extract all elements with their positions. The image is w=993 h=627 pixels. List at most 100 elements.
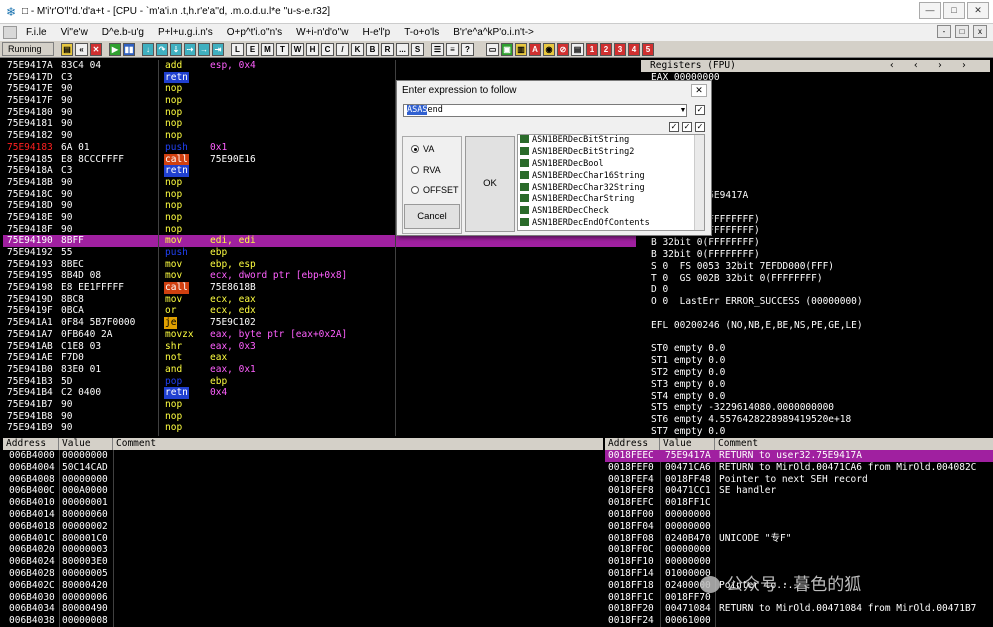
toolbar-num-3[interactable]: 3 (614, 42, 626, 56)
register-line[interactable]: D 0 (641, 284, 990, 296)
checkbox-2[interactable]: ✓ (669, 122, 679, 132)
next-arrow-icon[interactable]: › (937, 60, 943, 72)
window-tile-icon[interactable]: ▭ (486, 42, 499, 56)
register-line[interactable]: ST5 empty -3229614080.0000000000 (641, 402, 990, 414)
toolbar-num-2[interactable]: 2 (600, 42, 612, 56)
toolbar-num-1[interactable]: 1 (586, 42, 598, 56)
register-line[interactable]: ST0 empty 0.0 (641, 343, 990, 355)
dump-row[interactable]: 006B4020 00000003 (3, 544, 603, 556)
stack-pane[interactable]: Address Value Comment 0018FEEC 75E9417A RE… (605, 438, 993, 627)
disasm-row[interactable]: 75E941AB C1E8 03 shr eax, 0x3 (3, 341, 636, 353)
execute-till-return-icon[interactable]: → (198, 42, 210, 56)
menu-window[interactable]: W+i-n'd'o''w (289, 27, 355, 38)
stack-row[interactable]: 0018FEF0 00471CA6 RETURN to MirOld.00471CA… (605, 462, 993, 474)
symbol-list-item[interactable]: ASN1BERDecEoid (518, 230, 704, 231)
register-line[interactable]: S 0 FS 0053 32bit 7EFDD000(FFF) (641, 261, 990, 273)
disasm-row[interactable]: 75E94195 8B4D 08 mov ecx, dword ptr [ebp+0x… (3, 270, 636, 282)
register-line[interactable]: O 0 LastErr ERROR_SUCCESS (00000000) (641, 296, 990, 308)
symbol-list-scrollbar[interactable] (694, 135, 704, 230)
dump-row[interactable]: 006B402C 80000420 (3, 580, 603, 592)
symbol-list-item[interactable]: ASN1BERDecBitString2 (518, 146, 704, 159)
radio-rva[interactable]: RVA (411, 165, 441, 175)
expression-input[interactable]: ASASend (403, 104, 687, 117)
disasm-row[interactable]: 75E941B4 C2 0400 retn 0x4 (3, 387, 636, 399)
dump-row[interactable]: 006B4028 00000005 (3, 568, 603, 580)
register-line[interactable]: B 32bit 0(FFFFFFFF) (641, 237, 990, 249)
dump-pane[interactable]: Address Value Comment 006B4000 00000000 00… (3, 438, 603, 627)
disasm-row[interactable]: 75E94190 8BFF mov edi, edi (3, 235, 636, 247)
disasm-row[interactable]: 75E94198 E8 EE1FFFFF call 75E8618B (3, 282, 636, 294)
disasm-row[interactable]: 75E941A1 0F84 5B7F0000 je 75E9C102 (3, 317, 636, 329)
mdi-window-icon[interactable] (3, 26, 17, 39)
dump-col-address[interactable]: Address (3, 438, 59, 450)
menu-debug[interactable]: D^e.b-u'g (95, 27, 151, 38)
menu-options[interactable]: O+p^t'i.o''n's (220, 27, 289, 38)
stack-col-comment[interactable]: Comment (715, 438, 993, 450)
dump-row[interactable]: 006B4010 00000001 (3, 497, 603, 509)
toolbar-btn-w[interactable]: W (291, 42, 304, 56)
stack-row[interactable]: 0018FEF8 00471CC1 SE handler (605, 485, 993, 497)
goto-icon[interactable]: ⇥ (212, 42, 224, 56)
toolbar-num-4[interactable]: 4 (628, 42, 640, 56)
register-line[interactable]: ST7 empty 0.0 (641, 426, 990, 436)
radio-offset[interactable]: OFFSET (411, 185, 459, 195)
disasm-row[interactable]: 75E94193 8BEC mov ebp, esp (3, 259, 636, 271)
register-line[interactable]: ST2 empty 0.0 (641, 367, 990, 379)
dump-row[interactable]: 006B4030 00000006 (3, 592, 603, 604)
mdi-close-button[interactable]: x (973, 25, 987, 38)
symbol-list-item[interactable]: ASN1BERDecEndOfContents (518, 218, 704, 230)
disasm-row[interactable]: 75E9417A 83C4 04 add esp, 0x4 (3, 60, 636, 72)
chevron-down-icon[interactable]: ▼ (678, 105, 688, 116)
menu-breakpoint[interactable]: B'r'e^a^kP'o.i.n't-> (446, 27, 541, 38)
open-icon[interactable]: ▤ (61, 42, 73, 56)
register-line[interactable]: ST4 empty 0.0 (641, 391, 990, 403)
stack-row[interactable]: 0018FF04 00000000 (605, 521, 993, 533)
stack-row[interactable]: 0018FF10 00000000 (605, 556, 993, 568)
stack-row[interactable]: 0018FEEC 75E9417A RETURN to user32.75E9417… (605, 450, 993, 462)
run-icon[interactable]: ▶ (109, 42, 121, 56)
disasm-row[interactable]: 75E94192 55 push ebp (3, 247, 636, 259)
dump-row[interactable]: 006B400C 000A0000 (3, 485, 603, 497)
symbol-list-item[interactable]: ASN1BERDecBool (518, 158, 704, 171)
dump-col-comment[interactable]: Comment (113, 438, 603, 450)
close-program-icon[interactable]: ✕ (90, 42, 102, 56)
plugin-icon-5[interactable]: ⊘ (557, 42, 569, 56)
plugin-icon-2[interactable]: ▥ (515, 42, 527, 56)
toolbar-num-5[interactable]: 5 (642, 42, 654, 56)
disasm-row[interactable]: 75E941B7 90 nop (3, 399, 636, 411)
register-line[interactable]: EFL 00200246 (NO,NB,E,BE,NS,PE,GE,LE) (641, 320, 990, 332)
toolbar-btn-h[interactable]: H (306, 42, 319, 56)
trace-into-icon[interactable]: ⇣ (170, 42, 182, 56)
register-line[interactable]: T 0 GS 002B 32bit 0(FFFFFFFF) (641, 273, 990, 285)
menu-tools[interactable]: T-o+o'ls (397, 27, 446, 38)
register-line[interactable] (641, 332, 990, 344)
pause-icon[interactable]: ▮▮ (123, 42, 135, 56)
plugin-icon-4[interactable]: ◉ (543, 42, 555, 56)
disasm-row[interactable]: 75E941B9 90 nop (3, 422, 636, 434)
stack-row[interactable]: 0018FF20 00471084 RETURN to MirOld.0047108… (605, 603, 993, 615)
toolbar-btn-e[interactable]: E (246, 42, 259, 56)
mdi-restore-button[interactable]: □ (955, 25, 969, 38)
ok-button[interactable]: OK (465, 136, 515, 232)
toolbar-btn-l[interactable]: L (231, 42, 244, 56)
dump-row[interactable]: 006B4014 80000060 (3, 509, 603, 521)
disasm-row[interactable]: 75E9419F 0BCA or ecx, edx (3, 305, 636, 317)
disasm-row[interactable]: 75E941B8 90 nop (3, 411, 636, 423)
stack-row[interactable]: 0018FF24 00061000 (605, 615, 993, 627)
minimize-button[interactable]: — (919, 2, 941, 19)
close-button[interactable]: ✕ (967, 2, 989, 19)
symbol-list-item[interactable]: ASN1BERDecCharString (518, 194, 704, 206)
symbol-list-item[interactable]: ASN1BERDecBitString (518, 135, 704, 147)
dump-row[interactable]: 006B4018 00000002 (3, 521, 603, 533)
step-over-icon[interactable]: ↷ (156, 42, 168, 56)
toolbar-btn-s[interactable]: S (411, 42, 424, 56)
toolbar-btn-k[interactable]: K (351, 42, 364, 56)
dump-row[interactable]: 006B4004 50C14CAD (3, 462, 603, 474)
menu-plugins[interactable]: P+l+u.g.i.n's (151, 27, 220, 38)
stack-row[interactable]: 0018FF08 0240B470 UNICODE "专F" (605, 533, 993, 545)
dump-row[interactable]: 006B401C 800001C0 (3, 533, 603, 545)
register-line[interactable] (641, 308, 990, 320)
plugin-icon-1[interactable]: ▣ (501, 42, 513, 56)
toolbar-btn-b[interactable]: B (366, 42, 379, 56)
radio-va[interactable]: VA (411, 144, 434, 154)
